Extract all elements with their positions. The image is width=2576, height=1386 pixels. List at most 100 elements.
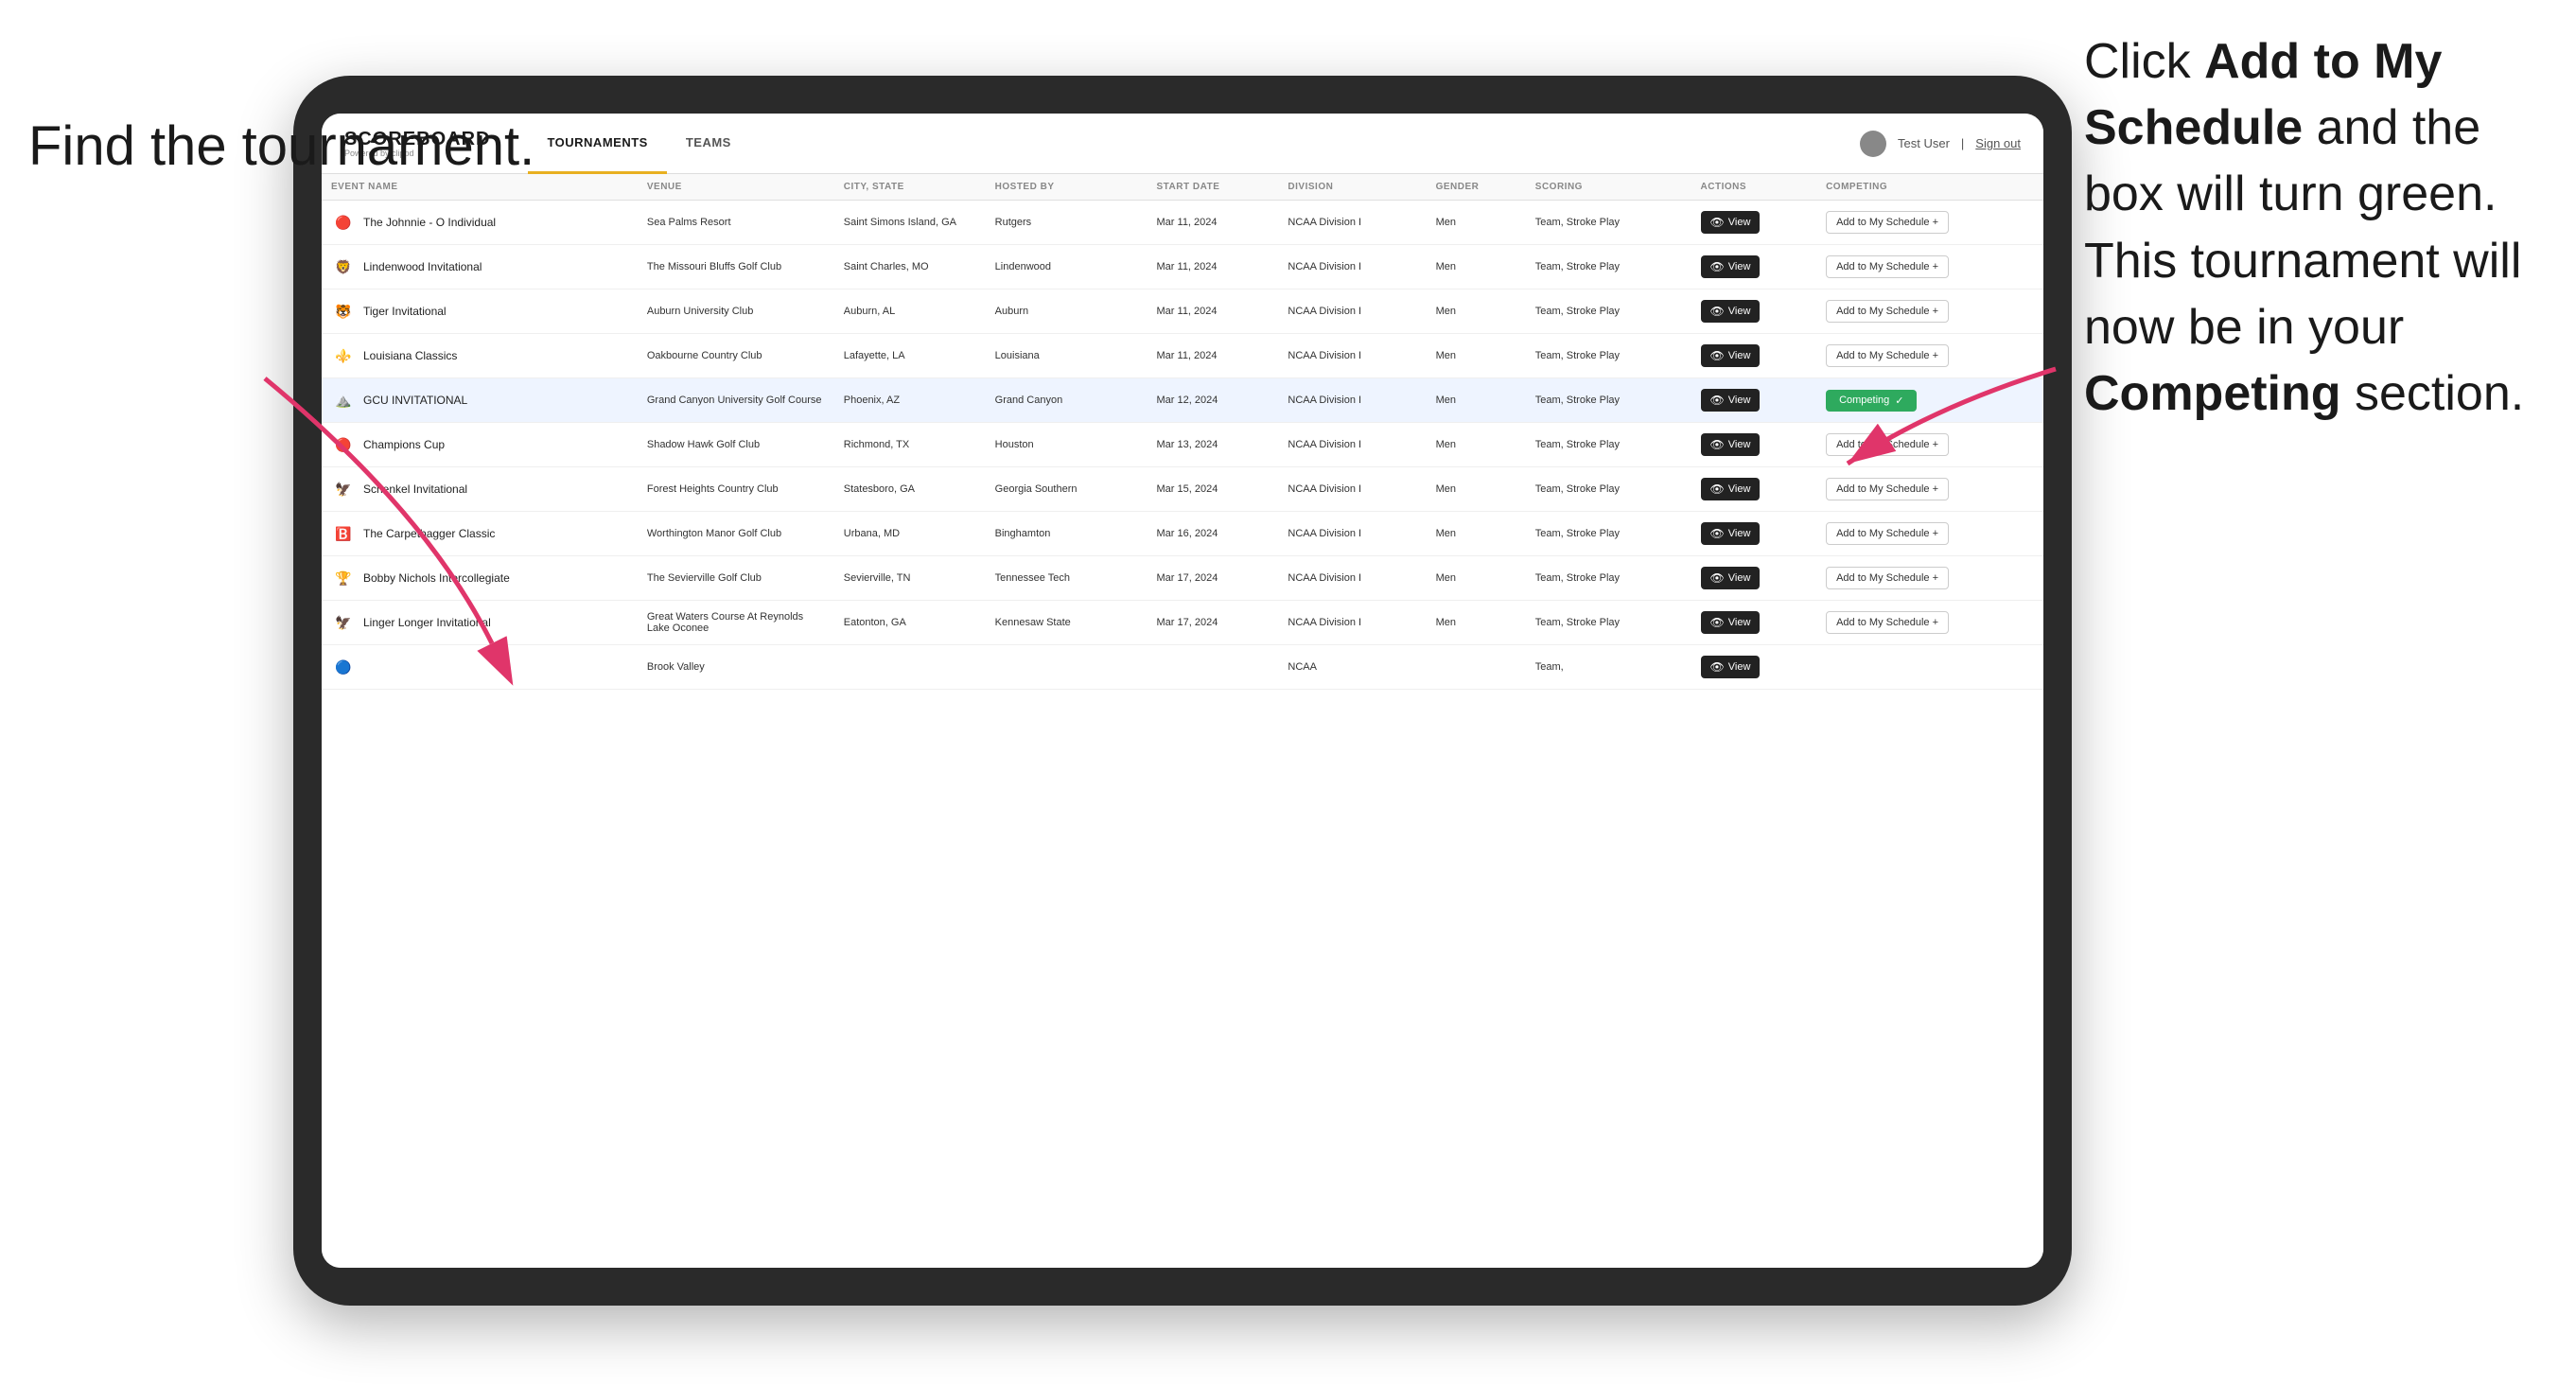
table-row: ⚜️ Louisiana Classics Oakbourne Country … xyxy=(322,334,2043,378)
scoring-cell: Team, Stroke Play xyxy=(1526,245,1691,289)
division-cell: NCAA Division I xyxy=(1278,512,1426,556)
actions-cell: 👁 View xyxy=(1691,334,1817,378)
view-button[interactable]: 👁 View xyxy=(1701,255,1761,278)
add-to-schedule-button[interactable]: Add to My Schedule + xyxy=(1826,211,1949,234)
col-gender: GENDER xyxy=(1427,174,1526,201)
division-cell: NCAA Division I xyxy=(1278,467,1426,512)
competing-cell: Add to My Schedule + xyxy=(1816,601,2043,645)
venue-cell: Grand Canyon University Golf Course xyxy=(638,378,834,423)
city-cell: Urbana, MD xyxy=(834,512,986,556)
view-button[interactable]: 👁 View xyxy=(1701,478,1761,500)
view-button[interactable]: 👁 View xyxy=(1701,433,1761,456)
hosted-cell: Lindenwood xyxy=(986,245,1148,289)
table-row: 🦅 Schenkel Invitational Forest Heights C… xyxy=(322,467,2043,512)
table-row: ⛰️ GCU INVITATIONAL Grand Canyon Univers… xyxy=(322,378,2043,423)
city-cell: Lafayette, LA xyxy=(834,334,986,378)
hosted-cell: Kennesaw State xyxy=(986,601,1148,645)
venue-cell: Shadow Hawk Golf Club xyxy=(638,423,834,467)
table-container[interactable]: EVENT NAME VENUE CITY, STATE HOSTED BY S… xyxy=(322,174,2043,1268)
event-name-cell: ⚜️ Louisiana Classics xyxy=(322,334,638,378)
table-row: 🦁 Lindenwood Invitational The Missouri B… xyxy=(322,245,2043,289)
event-name-cell: 🦅 Schenkel Invitational xyxy=(322,467,638,512)
event-name-cell: 🔴 The Johnnie - O Individual xyxy=(322,201,638,245)
view-button[interactable]: 👁 View xyxy=(1701,522,1761,545)
tablet-screen: SCOREBOARD Powered by clippd TOURNAMENTS… xyxy=(322,114,2043,1268)
competing-cell: Add to My Schedule + xyxy=(1816,289,2043,334)
signout-link[interactable]: Sign out xyxy=(1975,136,2021,150)
team-logo: ⚜️ xyxy=(331,343,356,368)
tab-tournaments[interactable]: TOURNAMENTS xyxy=(528,114,666,174)
add-to-schedule-button[interactable]: Add to My Schedule + xyxy=(1826,478,1949,500)
nav-tabs: TOURNAMENTS TEAMS xyxy=(528,114,1860,174)
col-venue: VENUE xyxy=(638,174,834,201)
date-cell: Mar 12, 2024 xyxy=(1148,378,1279,423)
table-row: 🅱️ The Carpetbagger Classic Worthington … xyxy=(322,512,2043,556)
view-button[interactable]: 👁 View xyxy=(1701,611,1761,634)
scoring-cell: Team, Stroke Play xyxy=(1526,201,1691,245)
gender-cell: Men xyxy=(1427,289,1526,334)
view-button[interactable]: 👁 View xyxy=(1701,656,1761,678)
table-row: 🔴 Champions Cup Shadow Hawk Golf ClubRic… xyxy=(322,423,2043,467)
right-text-part1: Click Add to My Schedule and the box wil… xyxy=(2084,34,2524,421)
team-logo: 🦅 xyxy=(331,610,356,635)
actions-cell: 👁 View xyxy=(1691,289,1817,334)
table-header-row: EVENT NAME VENUE CITY, STATE HOSTED BY S… xyxy=(322,174,2043,201)
event-name: Tiger Invitational xyxy=(363,305,447,318)
event-name: Louisiana Classics xyxy=(363,349,457,362)
eye-icon: 👁 xyxy=(1710,305,1725,318)
add-to-schedule-button[interactable]: Add to My Schedule + xyxy=(1826,433,1949,456)
add-to-schedule-button[interactable]: Add to My Schedule + xyxy=(1826,611,1949,634)
add-to-schedule-button[interactable]: Add to My Schedule + xyxy=(1826,255,1949,278)
event-name-cell: 🔴 Champions Cup xyxy=(322,423,638,467)
add-to-schedule-button[interactable]: Add to My Schedule + xyxy=(1826,300,1949,323)
event-name-cell: ⛰️ GCU INVITATIONAL xyxy=(322,378,638,423)
actions-cell: 👁 View xyxy=(1691,467,1817,512)
city-cell: Statesboro, GA xyxy=(834,467,986,512)
user-label: Test User xyxy=(1898,136,1950,150)
view-button[interactable]: 👁 View xyxy=(1701,344,1761,367)
venue-cell: Auburn University Club xyxy=(638,289,834,334)
add-to-schedule-button[interactable]: Add to My Schedule + xyxy=(1826,567,1949,589)
hosted-cell: Rutgers xyxy=(986,201,1148,245)
avatar xyxy=(1860,131,1886,157)
city-cell: Saint Charles, MO xyxy=(834,245,986,289)
division-cell: NCAA Division I xyxy=(1278,556,1426,601)
col-city: CITY, STATE xyxy=(834,174,986,201)
eye-icon: 👁 xyxy=(1710,349,1725,362)
city-cell: Richmond, TX xyxy=(834,423,986,467)
add-to-schedule-button[interactable]: Add to My Schedule + xyxy=(1826,344,1949,367)
city-cell: Eatonton, GA xyxy=(834,601,986,645)
city-cell: Sevierville, TN xyxy=(834,556,986,601)
event-name: Schenkel Invitational xyxy=(363,482,467,496)
team-logo: 🔴 xyxy=(331,432,356,457)
city-cell: Saint Simons Island, GA xyxy=(834,201,986,245)
eye-icon: 👁 xyxy=(1710,482,1725,496)
gender-cell: Men xyxy=(1427,201,1526,245)
actions-cell: 👁 View xyxy=(1691,556,1817,601)
event-name-cell: 🏆 Bobby Nichols Intercollegiate xyxy=(322,556,638,601)
date-cell: Mar 16, 2024 xyxy=(1148,512,1279,556)
tab-teams[interactable]: TEAMS xyxy=(667,114,750,174)
view-button[interactable]: 👁 View xyxy=(1701,389,1761,412)
eye-icon: 👁 xyxy=(1710,394,1725,407)
competing-button[interactable]: Competing ✓ xyxy=(1826,390,1917,412)
division-cell: NCAA Division I xyxy=(1278,334,1426,378)
date-cell: Mar 13, 2024 xyxy=(1148,423,1279,467)
view-button[interactable]: 👁 View xyxy=(1701,300,1761,323)
view-button[interactable]: 👁 View xyxy=(1701,567,1761,589)
competing-cell: Add to My Schedule + xyxy=(1816,512,2043,556)
app-header: SCOREBOARD Powered by clippd TOURNAMENTS… xyxy=(322,114,2043,174)
gender-cell: Men xyxy=(1427,245,1526,289)
scoring-cell: Team, Stroke Play xyxy=(1526,423,1691,467)
team-logo: 🦁 xyxy=(331,254,356,279)
eye-icon: 👁 xyxy=(1710,660,1725,674)
team-logo: 🦅 xyxy=(331,477,356,501)
event-name: Linger Longer Invitational xyxy=(363,616,491,629)
division-cell: NCAA Division I xyxy=(1278,423,1426,467)
col-actions: ACTIONS xyxy=(1691,174,1817,201)
tablet-frame: SCOREBOARD Powered by clippd TOURNAMENTS… xyxy=(293,76,2072,1306)
date-cell xyxy=(1148,645,1279,690)
event-name: The Johnnie - O Individual xyxy=(363,216,496,229)
add-to-schedule-button[interactable]: Add to My Schedule + xyxy=(1826,522,1949,545)
view-button[interactable]: 👁 View xyxy=(1701,211,1761,234)
